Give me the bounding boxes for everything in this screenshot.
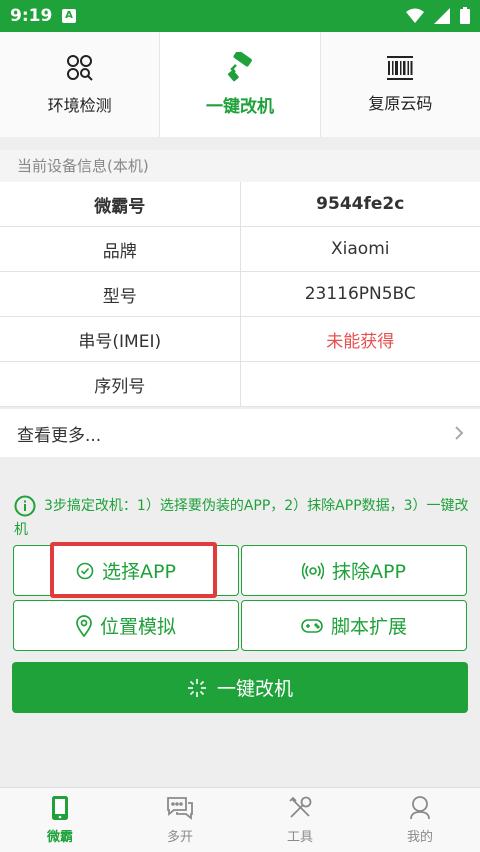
wifi-icon: [406, 8, 424, 23]
battery-icon: [460, 7, 470, 24]
see-more-row[interactable]: 查看更多...: [0, 409, 480, 457]
chevron-right-icon: [455, 426, 464, 440]
info-value: 23116PN5BC: [304, 284, 416, 304]
one-click-modify-label: 一键改机: [216, 678, 293, 700]
nav-item-weiba[interactable]: 微霸: [0, 788, 120, 852]
tip-text: 3步搞定改机：1）选择要伪装的APP，2）抹除APP数据，3）一键改机: [14, 498, 469, 538]
tab-label: 复原云码: [368, 93, 433, 113]
top-tab-bar: 环境检测 一键改机 复原云码: [0, 32, 480, 137]
tab-label: 环境检测: [47, 95, 112, 115]
info-key: 串号(IMEI): [0, 317, 241, 361]
see-more-label: 查看更多...: [17, 425, 102, 446]
table-row: 品牌 Xiaomi: [0, 227, 480, 272]
erase-app-label: 抹除APP: [332, 561, 406, 583]
table-row: 串号(IMEI) 未能获得: [0, 317, 480, 362]
nav-item-tools[interactable]: 工具: [240, 788, 360, 852]
device-info-table: 微霸号 9544fe2c 品牌 Xiaomi 型号 23116PN5BC 串号(…: [0, 182, 480, 407]
script-extension-button[interactable]: 脚本扩展: [241, 600, 467, 651]
bottom-nav: 微霸 多开 工具 我的: [0, 787, 480, 852]
info-value: [241, 362, 480, 406]
status-icons: [406, 7, 470, 24]
circles-search-icon: [66, 54, 93, 81]
tab-one-click-modify[interactable]: 一键改机: [160, 32, 320, 137]
phone-icon: [52, 796, 68, 820]
nav-item-mine[interactable]: 我的: [360, 788, 480, 852]
one-click-modify-button[interactable]: 一键改机: [12, 662, 468, 713]
info-value: 未能获得: [326, 331, 395, 352]
nav-label: 我的: [406, 830, 433, 845]
location-simulate-button[interactable]: 位置模拟: [13, 600, 239, 651]
tab-environment-check[interactable]: 环境检测: [0, 32, 161, 137]
table-row: 序列号: [0, 362, 480, 407]
info-value: Xiaomi: [331, 239, 390, 259]
info-key: 微霸号: [0, 182, 241, 226]
tab-restore-cloud-code[interactable]: 复原云码: [319, 32, 480, 137]
check-circle-icon: [76, 562, 94, 579]
table-row: 型号 23116PN5BC: [0, 272, 480, 317]
app-notification-icon: A: [62, 9, 76, 23]
info-icon: [14, 495, 36, 517]
status-bar: 9:19 A: [0, 0, 480, 32]
select-app-label: 选择APP: [102, 561, 176, 583]
info-key: 型号: [0, 272, 241, 316]
gamepad-icon: [301, 618, 323, 633]
tab-label: 一键改机: [205, 97, 274, 117]
tools-icon: [289, 796, 312, 818]
info-value: 9544fe2c: [316, 194, 405, 214]
barcode-icon: [387, 55, 414, 80]
nav-label: 工具: [286, 830, 313, 845]
chat-icon: [167, 797, 193, 820]
info-key: 品牌: [0, 227, 241, 271]
instructions-tip: 3步搞定改机：1）选择要伪装的APP，2）抹除APP数据，3）一键改机: [14, 494, 469, 542]
location-pin-icon: [76, 614, 92, 637]
paint-roller-icon: [227, 52, 252, 82]
nav-label: 多开: [166, 830, 193, 845]
status-time: 9:19: [10, 6, 53, 26]
sparkle-icon: [187, 678, 206, 697]
erase-app-button[interactable]: 抹除APP: [241, 545, 467, 596]
nav-item-multi-open[interactable]: 多开: [120, 788, 240, 852]
info-key: 序列号: [0, 362, 241, 406]
select-app-button[interactable]: 选择APP: [13, 545, 239, 596]
nav-label: 微霸: [46, 830, 73, 845]
table-row: 微霸号 9544fe2c: [0, 182, 480, 227]
script-extension-label: 脚本扩展: [330, 616, 407, 638]
signal-icon: [434, 7, 450, 24]
location-simulate-label: 位置模拟: [99, 616, 176, 638]
broadcast-icon: [302, 562, 325, 579]
user-icon: [410, 796, 430, 820]
device-section-title: 当前设备信息(本机): [0, 150, 480, 182]
